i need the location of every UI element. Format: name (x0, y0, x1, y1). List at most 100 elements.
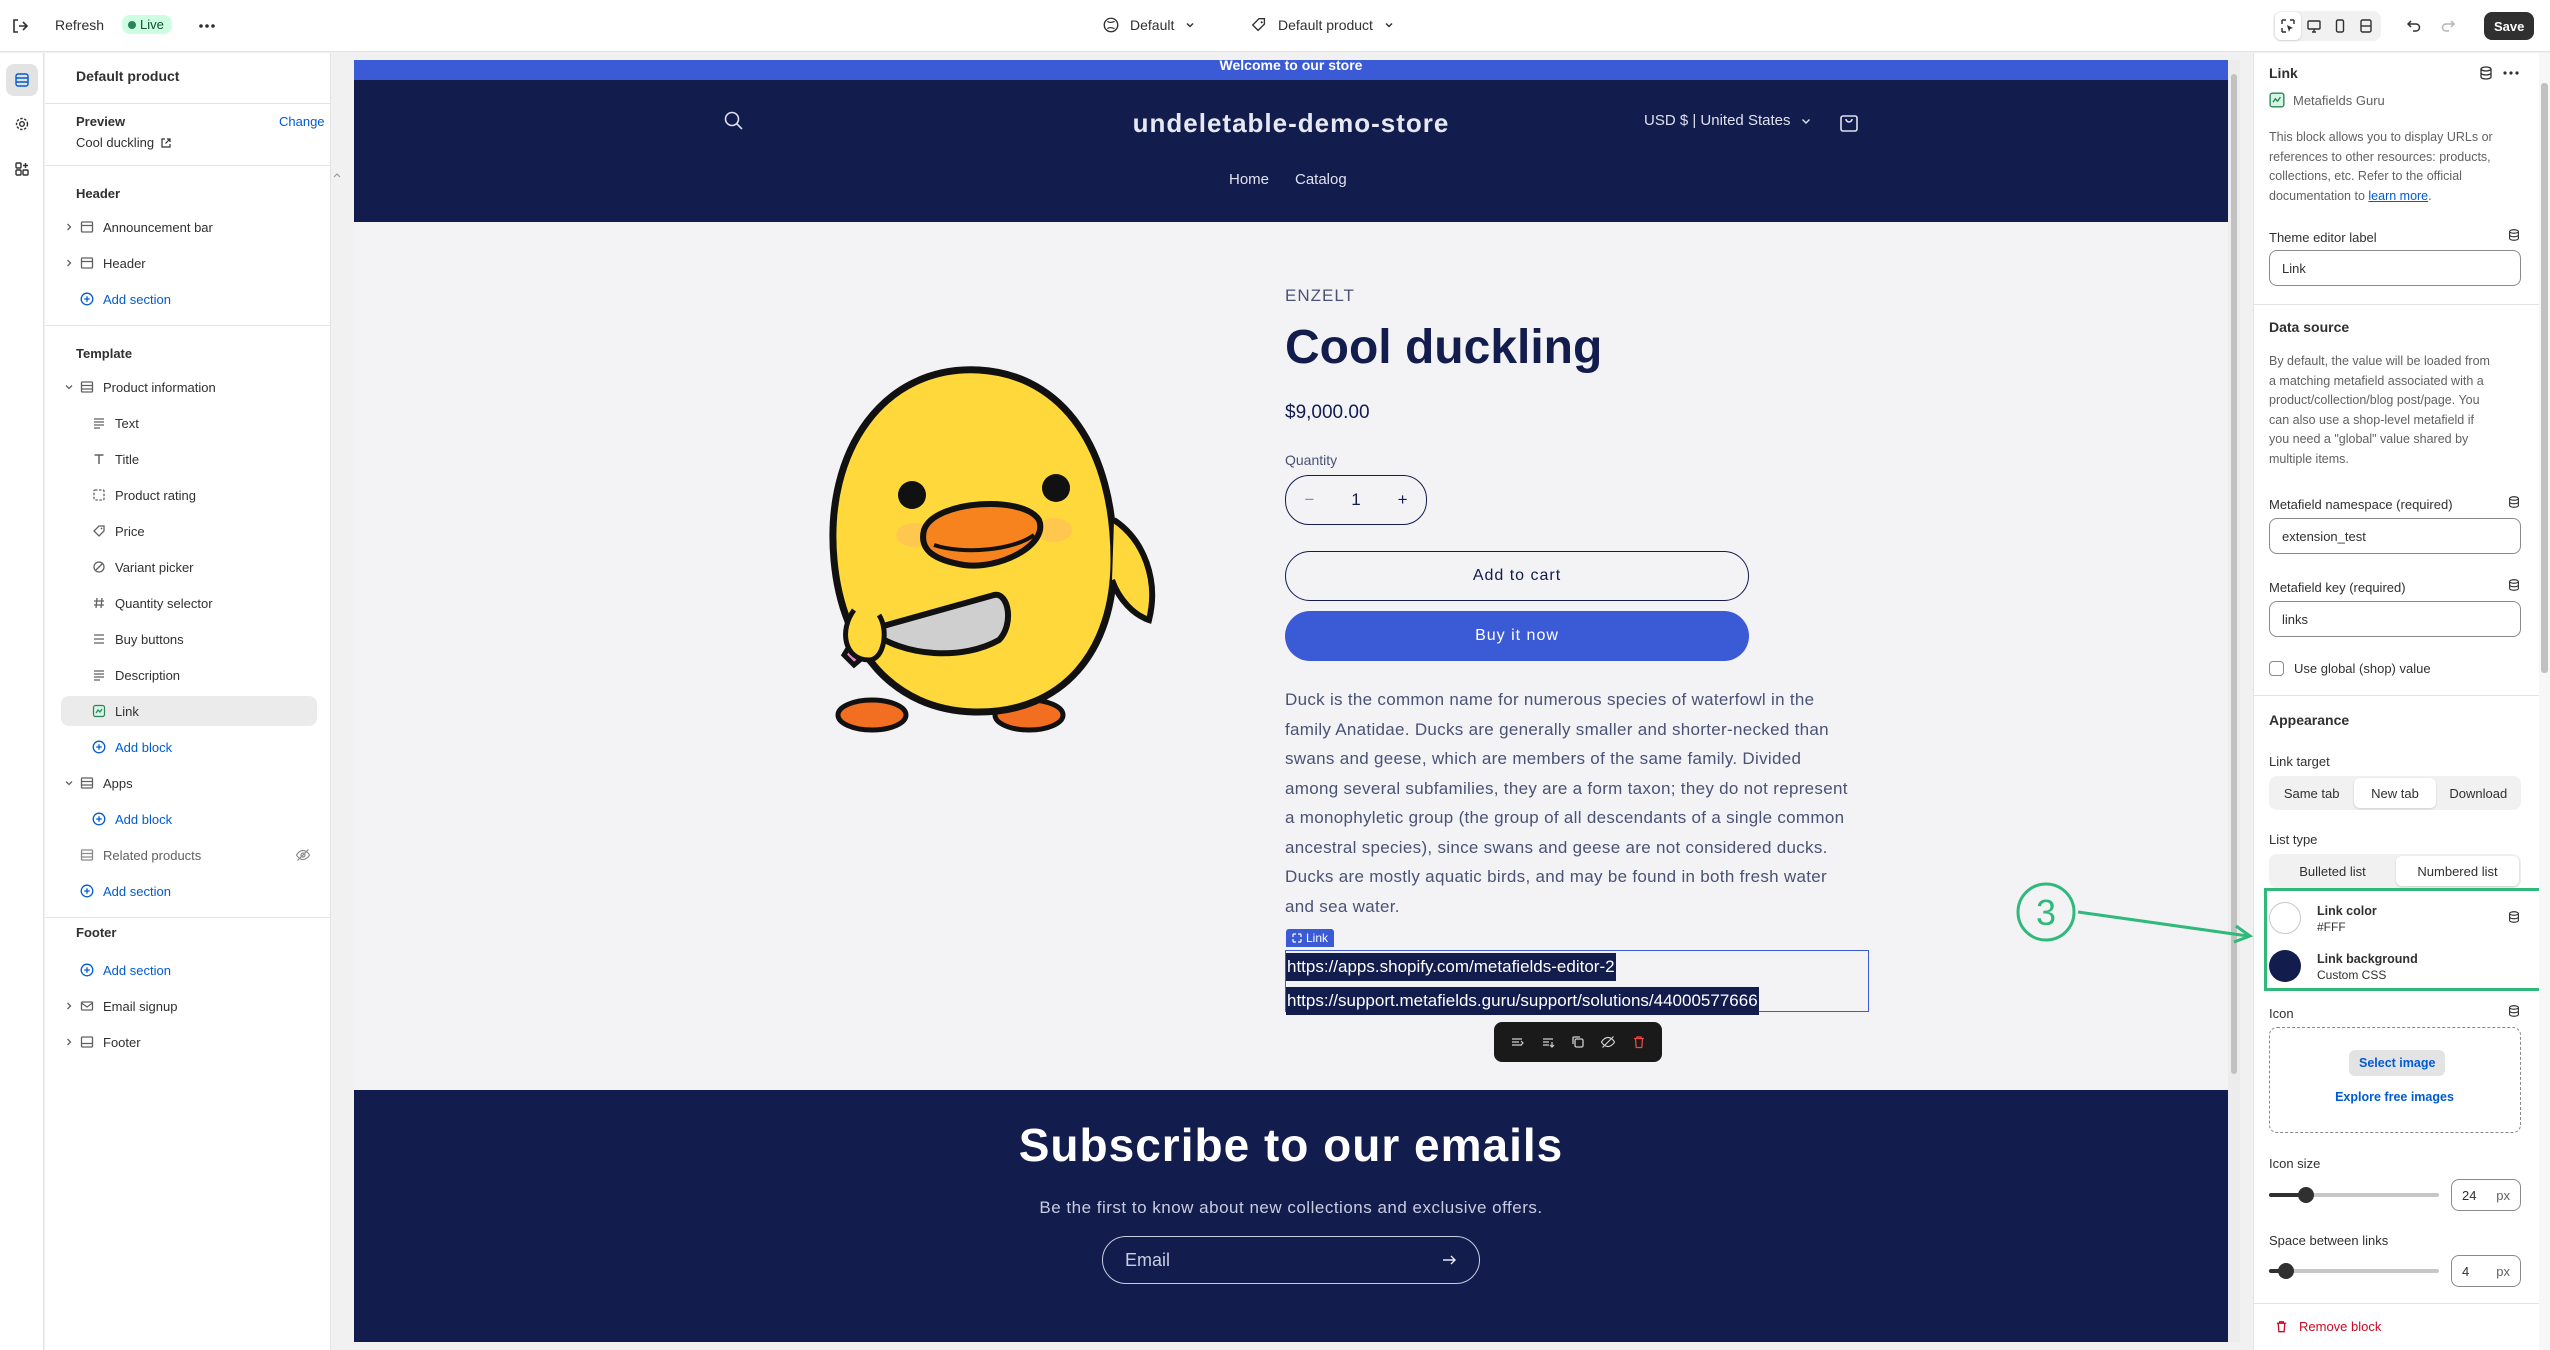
preview-scrollbar[interactable] (2228, 60, 2240, 1342)
database-icon[interactable] (2507, 228, 2521, 242)
email-input[interactable]: Email (1102, 1236, 1480, 1284)
sidebar-item-product-information[interactable]: Product information (61, 372, 317, 402)
link-color-setting[interactable]: Link color #FFF (2317, 904, 2377, 934)
block-link[interactable]: Link (61, 696, 317, 726)
apps-icon[interactable] (6, 153, 38, 185)
nav-catalog[interactable]: Catalog (1295, 171, 1347, 188)
sidebar-item-header[interactable]: Header (61, 248, 317, 278)
sidebar-item-footer[interactable]: Footer (61, 1027, 317, 1057)
key-input[interactable]: links (2269, 601, 2521, 637)
minus-icon[interactable]: − (1304, 490, 1314, 510)
metafield-link[interactable]: https://apps.shopify.com/metafields-edit… (1286, 953, 1616, 981)
database-icon[interactable] (2507, 495, 2521, 509)
add-to-cart-button[interactable]: Add to cart (1285, 551, 1749, 601)
block-product-rating[interactable]: Product rating (61, 480, 317, 510)
explore-free-images-link[interactable]: Explore free images (2270, 1090, 2519, 1104)
sidebar-item-related-products[interactable]: Related products (61, 840, 317, 870)
checkbox[interactable] (2269, 661, 2284, 676)
text-lines-icon (89, 416, 109, 430)
target-new-tab[interactable]: New tab (2354, 778, 2436, 808)
desktop-icon[interactable] (2301, 12, 2327, 40)
block-price[interactable]: Price (61, 516, 317, 546)
template-label: Default product (1278, 17, 1373, 33)
mobile-icon[interactable] (2327, 12, 2353, 40)
sidebar-item-announcement-bar[interactable]: Announcement bar (61, 212, 317, 242)
add-block-button[interactable]: Add block (61, 804, 317, 834)
sidebar-scrollbar[interactable] (331, 170, 343, 1346)
space-between-input[interactable]: 4 px (2451, 1255, 2521, 1287)
hidden-eye-icon[interactable] (295, 847, 311, 863)
block-buy-buttons[interactable]: Buy buttons (61, 624, 317, 654)
arrow-right-icon[interactable] (1441, 1252, 1457, 1268)
sections-icon[interactable] (6, 64, 38, 96)
product-image[interactable] (784, 330, 1174, 750)
add-block-button[interactable]: Add block (61, 732, 317, 762)
sidebar-item-apps[interactable]: Apps (61, 768, 317, 798)
icon-size-input[interactable]: 24 px (2451, 1179, 2521, 1211)
list-numbered[interactable]: Numbered list (2396, 856, 2519, 886)
metafield-link[interactable]: https://support.metafields.guru/support/… (1286, 987, 1759, 1015)
slider-knob[interactable] (2278, 1263, 2294, 1279)
block-variant-picker[interactable]: Variant picker (61, 552, 317, 582)
learn-more-link[interactable]: learn more (2368, 189, 2428, 203)
preview-product-link[interactable]: Cool duckling (76, 135, 172, 150)
buy-now-button[interactable]: Buy it now (1285, 611, 1749, 661)
database-icon[interactable] (2507, 910, 2521, 924)
namespace-input[interactable]: extension_test (2269, 518, 2521, 554)
block-description[interactable]: Description (61, 660, 317, 690)
align-left-icon[interactable] (1509, 1034, 1525, 1050)
trash-icon[interactable] (1631, 1034, 1647, 1050)
remove-block-button[interactable]: Remove block (2274, 1319, 2381, 1334)
select-image-button[interactable]: Select image (2349, 1050, 2446, 1076)
plus-icon[interactable]: + (1398, 490, 1408, 510)
move-down-icon[interactable] (1540, 1034, 1556, 1050)
nav-home[interactable]: Home (1229, 171, 1269, 188)
link-color-swatch[interactable] (2269, 902, 2301, 934)
namespace-label: Metafield namespace (required) (2269, 497, 2453, 512)
more-icon[interactable] (2502, 65, 2520, 81)
panel-scrollbar[interactable] (2539, 53, 2550, 1350)
database-icon[interactable] (2507, 578, 2521, 592)
sidebar-item-email-signup[interactable]: Email signup (61, 991, 317, 1021)
block-title[interactable]: Title (61, 444, 317, 474)
refresh-button[interactable]: Refresh (55, 17, 104, 33)
list-bulleted[interactable]: Bulleted list (2271, 856, 2394, 886)
quantity-value[interactable]: 1 (1351, 490, 1360, 510)
store-title[interactable]: undeletable-demo-store (354, 108, 2228, 139)
hide-eye-icon[interactable] (1600, 1034, 1616, 1050)
currency-selector[interactable]: USD $ | United States (1644, 112, 1812, 129)
global-value-checkbox[interactable]: Use global (shop) value (2269, 661, 2431, 676)
undo-icon[interactable] (2404, 17, 2422, 35)
target-download[interactable]: Download (2438, 778, 2519, 808)
change-link[interactable]: Change (279, 114, 325, 129)
template-selector[interactable]: Default product (1250, 16, 1395, 34)
section-icon (77, 380, 97, 394)
redo-icon[interactable] (2440, 17, 2458, 35)
save-button[interactable]: Save (2484, 12, 2535, 40)
editor-label-input[interactable]: Link (2269, 250, 2521, 286)
icon-size-slider[interactable] (2269, 1177, 2439, 1213)
theme-selector[interactable]: Default (1102, 16, 1196, 34)
add-section-button[interactable]: Add section (61, 284, 317, 314)
target-same-tab[interactable]: Same tab (2271, 778, 2352, 808)
add-section-button[interactable]: Add section (61, 955, 317, 985)
block-text[interactable]: Text (61, 408, 317, 438)
settings-gear-icon[interactable] (6, 108, 38, 140)
inspector-icon[interactable] (2275, 12, 2301, 40)
space-between-slider[interactable] (2269, 1253, 2439, 1289)
exit-icon[interactable] (10, 16, 30, 36)
database-icon[interactable] (2478, 65, 2494, 81)
duplicate-icon[interactable] (1570, 1034, 1586, 1050)
database-icon[interactable] (2507, 1004, 2521, 1018)
link-background-swatch[interactable] (2269, 950, 2301, 982)
more-icon[interactable] (197, 16, 217, 36)
link-block[interactable]: https://apps.shopify.com/metafields-edit… (1285, 950, 1869, 1015)
cart-icon[interactable] (1837, 110, 1861, 134)
link-background-setting[interactable]: Link background Custom CSS (2317, 952, 2418, 982)
fullscreen-icon[interactable] (2353, 12, 2379, 40)
slider-knob[interactable] (2298, 1187, 2314, 1203)
block-quantity-selector[interactable]: Quantity selector (61, 588, 317, 618)
link-block-tag[interactable]: Link (1286, 929, 1335, 947)
add-section-button[interactable]: Add section (61, 876, 317, 906)
block-label: Title (115, 451, 140, 467)
